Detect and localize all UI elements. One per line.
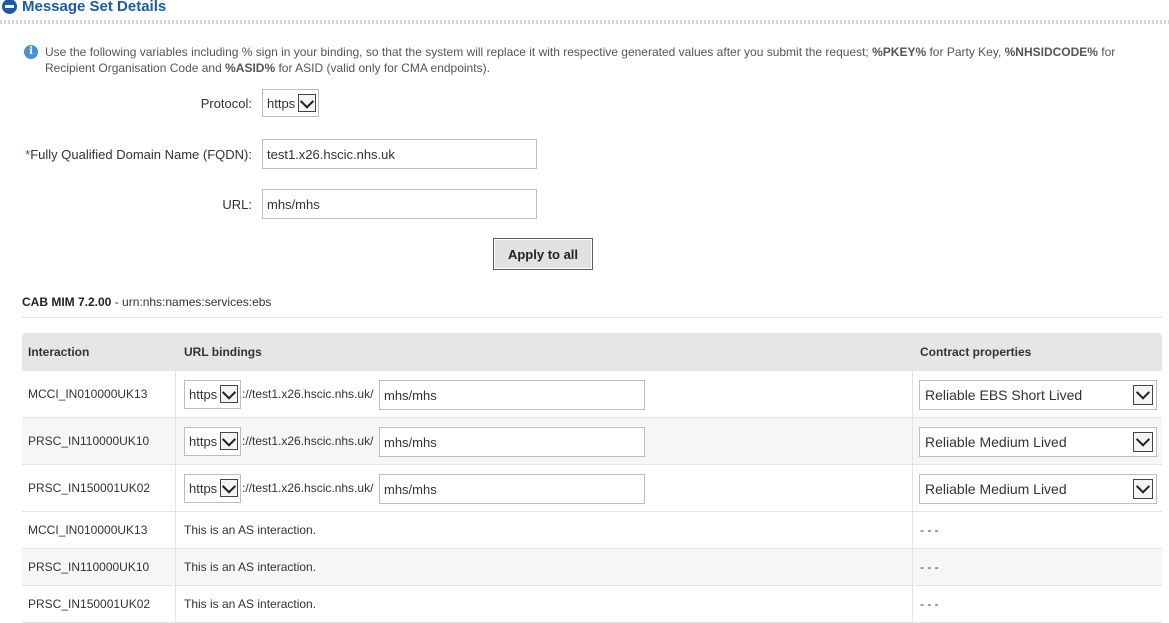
- table-header: Interaction URL bindings Contract proper…: [22, 333, 1162, 371]
- url-prefix: ://test1.x26.hscic.nhs.uk/: [242, 434, 374, 448]
- row-url-input[interactable]: [379, 427, 645, 457]
- row-protocol-select[interactable]: https: [184, 427, 241, 456]
- message-set-title: CAB MIM 7.2.00 - urn:nhs:names:services:…: [22, 295, 272, 309]
- var-nhsidcode: %NHSIDCODE%: [1004, 45, 1098, 59]
- table-row: MCCI_IN010000UK13 This is an AS interact…: [22, 512, 1162, 549]
- header-url-bindings: URL bindings: [184, 345, 262, 359]
- header-interaction: Interaction: [28, 345, 90, 359]
- row-url-input[interactable]: [379, 380, 645, 410]
- table-row: PRSC_IN150001UK02 https ://test1.x26.hsc…: [22, 465, 1162, 512]
- info-text: Use the following variables including % …: [45, 45, 1116, 75]
- interaction-cell: PRSC_IN110000UK10: [28, 560, 150, 574]
- interaction-cell: PRSC_IN150001UK02: [28, 481, 151, 495]
- table-row: PRSC_IN150001UK02 This is an AS interact…: [22, 586, 1162, 623]
- chevron-down-icon: [220, 479, 238, 497]
- var-pkey: %PKEY%: [872, 45, 927, 59]
- apply-to-all-button[interactable]: Apply to all: [493, 238, 593, 270]
- collapse-icon[interactable]: [2, 0, 17, 14]
- header-contract-properties: Contract properties: [920, 345, 1032, 359]
- url-input[interactable]: [262, 189, 537, 219]
- table-row: MCCI_IN010000UK13 https ://test1.x26.hsc…: [22, 371, 1162, 418]
- chevron-down-icon: [1133, 479, 1153, 499]
- row-url-input[interactable]: [379, 474, 645, 504]
- contract-select[interactable]: Reliable Medium Lived: [919, 474, 1157, 504]
- table-row: PRSC_IN110000UK10 https ://test1.x26.hsc…: [22, 418, 1162, 465]
- protocol-select-value: https: [267, 95, 296, 111]
- info-icon: i: [24, 45, 38, 59]
- contract-empty: - - -: [920, 523, 939, 537]
- section-divider: [22, 317, 1162, 318]
- section-header[interactable]: Message Set Details: [2, 0, 166, 17]
- protocol-select[interactable]: https: [262, 89, 319, 117]
- info-message: i Use the following variables including …: [24, 44, 1154, 76]
- chevron-down-icon: [220, 385, 238, 403]
- interaction-cell: PRSC_IN110000UK10: [28, 434, 150, 448]
- as-note: This is an AS interaction.: [184, 560, 317, 574]
- interaction-cell: MCCI_IN010000UK13: [28, 523, 148, 537]
- url-label: URL:: [222, 197, 252, 212]
- table-row: PRSC_IN110000UK10 This is an AS interact…: [22, 549, 1162, 586]
- protocol-label: Protocol:: [200, 96, 252, 111]
- row-protocol-select[interactable]: https: [184, 474, 241, 503]
- url-prefix: ://test1.x26.hscic.nhs.uk/: [242, 481, 374, 495]
- chevron-down-icon: [1133, 385, 1153, 405]
- fqdn-label: *Fully Qualified Domain Name (FQDN):: [25, 147, 252, 162]
- chevron-down-icon: [1133, 432, 1153, 452]
- fqdn-input[interactable]: [262, 139, 537, 169]
- row-protocol-select[interactable]: https: [184, 380, 241, 409]
- interaction-cell: MCCI_IN010000UK13: [28, 387, 148, 401]
- url-prefix: ://test1.x26.hscic.nhs.uk/: [242, 387, 374, 401]
- contract-select[interactable]: Reliable EBS Short Lived: [919, 380, 1157, 410]
- as-note: This is an AS interaction.: [184, 523, 317, 537]
- page-title: Message Set Details: [22, 0, 167, 15]
- as-note: This is an AS interaction.: [184, 597, 317, 611]
- chevron-down-icon: [220, 432, 238, 450]
- contract-empty: - - -: [920, 597, 939, 611]
- contract-select[interactable]: Reliable Medium Lived: [919, 427, 1157, 457]
- var-asid: %ASID%: [225, 61, 276, 75]
- header-divider: [0, 20, 1169, 24]
- bindings-table: Interaction URL bindings Contract proper…: [22, 333, 1162, 623]
- interaction-cell: PRSC_IN150001UK02: [28, 597, 151, 611]
- chevron-down-icon: [298, 94, 316, 112]
- contract-empty: - - -: [920, 560, 939, 574]
